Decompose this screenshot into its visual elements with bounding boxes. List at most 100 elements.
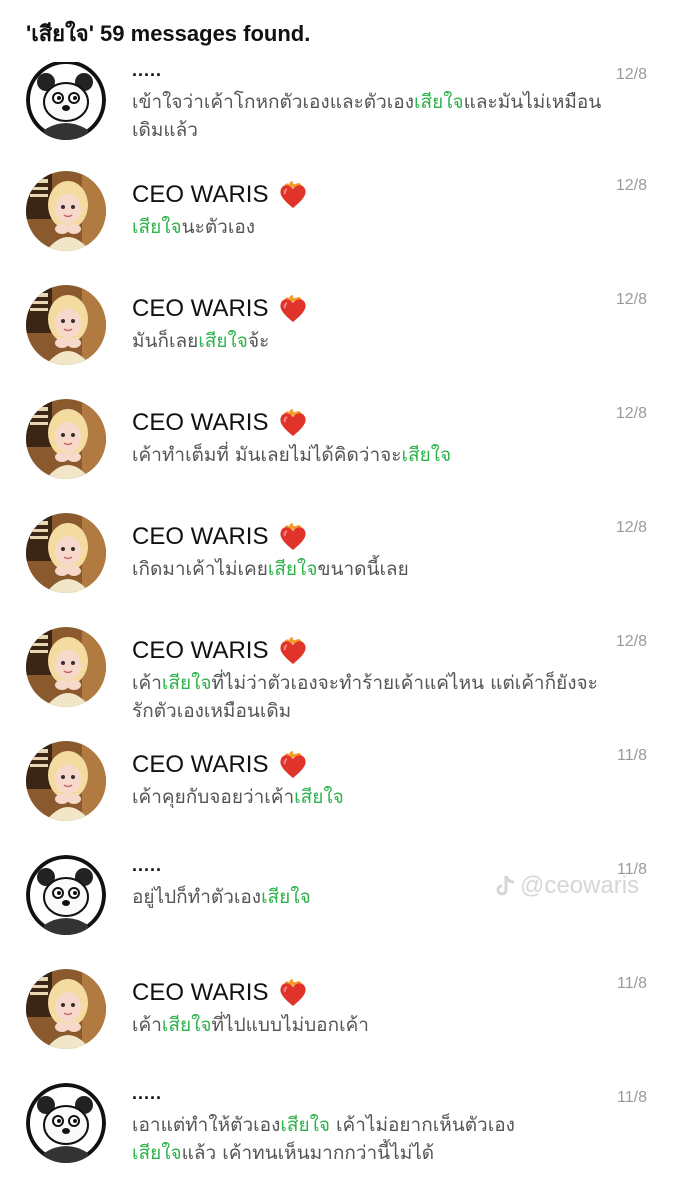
heart-on-fire-icon [278, 181, 308, 209]
search-result-item[interactable]: CEO WARIS 12/8 เสียใจนะตัวเอง [0, 167, 675, 277]
highlighted-keyword: เสียใจ [280, 1114, 330, 1136]
preview-text: นะตัวเอง [181, 216, 256, 238]
search-result-item[interactable]: CEO WARIS 11/8 เค้าคุยกับจอยว่าเค้าเสียใจ [0, 737, 675, 847]
panda-avatar-image [26, 855, 106, 935]
photo-avatar[interactable] [26, 627, 106, 707]
highlighted-keyword: เสียใจ [132, 1142, 182, 1164]
search-result-item[interactable]: CEO WARIS 12/8 มันก็เลยเสียใจจ้ะ [0, 281, 675, 391]
preview-text: มันก็เลย [132, 330, 199, 352]
message-date: 12/8 [615, 177, 647, 194]
message-date: 12/8 [615, 405, 647, 422]
heart-on-fire-icon [278, 637, 308, 665]
preview-text: อยู่ไปก็ทำตัวเอง [132, 886, 262, 908]
message-date: 11/8 [617, 975, 647, 992]
preview-text: จ้ะ [247, 330, 270, 352]
search-result-item[interactable]: ..... 12/8 เข้าใจว่าเค้าโกหกตัวเองและตัวเอ… [0, 56, 675, 166]
search-header: 'เสียใจ' 59 messages found. [0, 0, 675, 62]
sender-name-text: CEO WARIS [132, 523, 269, 550]
search-results-list: ..... 12/8 เข้าใจว่าเค้าโกหกตัวเองและตัวเอ… [0, 0, 675, 1200]
sender-name-text: CEO WARIS [132, 979, 269, 1006]
sender-name-text: CEO WARIS [132, 181, 269, 208]
message-date: 11/8 [617, 747, 647, 764]
sender-name-text: ..... [132, 60, 163, 80]
profile-photo-image [26, 285, 106, 365]
message-date: 12/8 [615, 66, 647, 83]
sender-name: CEO WARIS [132, 637, 308, 665]
heart-on-fire-icon [278, 979, 308, 1007]
preview-text: เค้า [132, 1014, 162, 1036]
panda-avatar[interactable] [26, 60, 106, 140]
message-preview: เกิดมาเค้าไม่เคยเสียใจขนาดนี้เลย [132, 555, 602, 583]
highlighted-keyword: เสียใจ [132, 216, 182, 238]
search-result-item[interactable]: ..... 11/8 เอาแต่ทำให้ตัวเองเสียใจ เค้าไม่… [0, 1079, 675, 1189]
message-date: 12/8 [615, 291, 647, 308]
highlighted-keyword: เสียใจ [401, 444, 452, 466]
preview-text: แล้ว เค้าทนเห็นมากกว่านี้ไม่ได้ [181, 1142, 435, 1164]
sender-name: CEO WARIS [132, 979, 308, 1007]
sender-name: CEO WARIS [132, 751, 308, 779]
message-date: 12/8 [615, 633, 647, 650]
sender-name-text: CEO WARIS [132, 409, 269, 436]
preview-text: เค้าไม่อยากเห็นตัวเอง [330, 1114, 515, 1136]
highlighted-keyword: เสียใจ [161, 672, 212, 694]
heart-on-fire-icon [278, 409, 308, 437]
highlighted-keyword: เสียใจ [198, 330, 248, 352]
message-preview: เค้าเสียใจที่ไม่ว่าตัวเองจะทำร้ายเค้าแค่… [132, 669, 602, 725]
highlighted-keyword: เสียใจ [414, 91, 464, 113]
panda-avatar[interactable] [26, 855, 106, 935]
profile-photo-image [26, 171, 106, 251]
message-preview: เค้าทำเต็มที่ มันเลยไม่ได้คิดว่าจะเสียใจ [132, 441, 602, 469]
message-date: 11/8 [617, 1089, 647, 1106]
search-result-item[interactable]: ..... 11/8 อยู่ไปก็ทำตัวเองเสียใจ [0, 851, 675, 961]
profile-photo-image [26, 627, 106, 707]
message-date: 12/8 [615, 519, 647, 536]
search-result-count: 'เสียใจ' 59 messages found. [26, 21, 311, 46]
search-result-item[interactable]: CEO WARIS 12/8 เค้าเสียใจที่ไม่ว่าตัวเองจะ… [0, 623, 675, 733]
panda-avatar[interactable] [26, 1083, 106, 1163]
search-result-item[interactable]: CEO WARIS 12/8 เค้าทำเต็มที่ มันเลยไม่ได้ค… [0, 395, 675, 505]
sender-name: ..... [132, 1083, 162, 1104]
preview-text: เกิดมาเค้าไม่เคย [132, 558, 268, 580]
sender-name-text: ..... [132, 855, 163, 875]
sender-name-text: CEO WARIS [132, 637, 269, 664]
sender-name: CEO WARIS [132, 409, 308, 437]
message-preview: เค้าเสียใจที่ไปแบบไม่บอกเค้า [132, 1011, 602, 1039]
sender-name-text: CEO WARIS [132, 751, 269, 778]
profile-photo-image [26, 513, 106, 593]
profile-photo-image [26, 399, 106, 479]
profile-photo-image [26, 969, 106, 1049]
sender-name: CEO WARIS [132, 181, 308, 209]
search-result-item[interactable]: CEO WARIS 12/8 เกิดมาเค้าไม่เคยเสียใจขนาดน… [0, 509, 675, 619]
preview-text: ขนาดนี้เลย [317, 558, 409, 580]
watermark: @ceowaris [494, 872, 639, 900]
sender-name-text: ..... [132, 1083, 163, 1103]
highlighted-keyword: เสียใจ [161, 1014, 212, 1036]
sender-name: ..... [132, 855, 162, 876]
profile-photo-image [26, 741, 106, 821]
message-preview: มันก็เลยเสียใจจ้ะ [132, 327, 602, 355]
sender-name: ..... [132, 60, 162, 81]
photo-avatar[interactable] [26, 285, 106, 365]
heart-on-fire-icon [278, 751, 308, 779]
photo-avatar[interactable] [26, 171, 106, 251]
sender-name: CEO WARIS [132, 523, 308, 551]
photo-avatar[interactable] [26, 969, 106, 1049]
preview-text: เค้าทำเต็มที่ มันเลยไม่ได้คิดว่าจะ [132, 444, 402, 466]
photo-avatar[interactable] [26, 513, 106, 593]
preview-text: เข้าใจว่าเค้าโกหกตัวเองและตัวเอง [132, 91, 414, 113]
panda-avatar-image [26, 60, 106, 140]
message-preview: เข้าใจว่าเค้าโกหกตัวเองและตัวเองเสียใจแล… [132, 88, 602, 144]
panda-avatar-image [26, 1083, 106, 1163]
preview-text: เค้า [132, 672, 162, 694]
search-result-item[interactable]: CEO WARIS 11/8 เค้าเสียใจที่ไปแบบไม่บอกเค้… [0, 965, 675, 1075]
heart-on-fire-icon [278, 523, 308, 551]
preview-text: เอาแต่ทำให้ตัวเอง [132, 1114, 281, 1136]
highlighted-keyword: เสียใจ [261, 886, 311, 908]
watermark-text: @ceowaris [520, 872, 640, 899]
photo-avatar[interactable] [26, 741, 106, 821]
highlighted-keyword: เสียใจ [267, 558, 318, 580]
heart-on-fire-icon [278, 295, 308, 323]
sender-name-text: CEO WARIS [132, 295, 269, 322]
tiktok-icon [496, 875, 515, 896]
photo-avatar[interactable] [26, 399, 106, 479]
